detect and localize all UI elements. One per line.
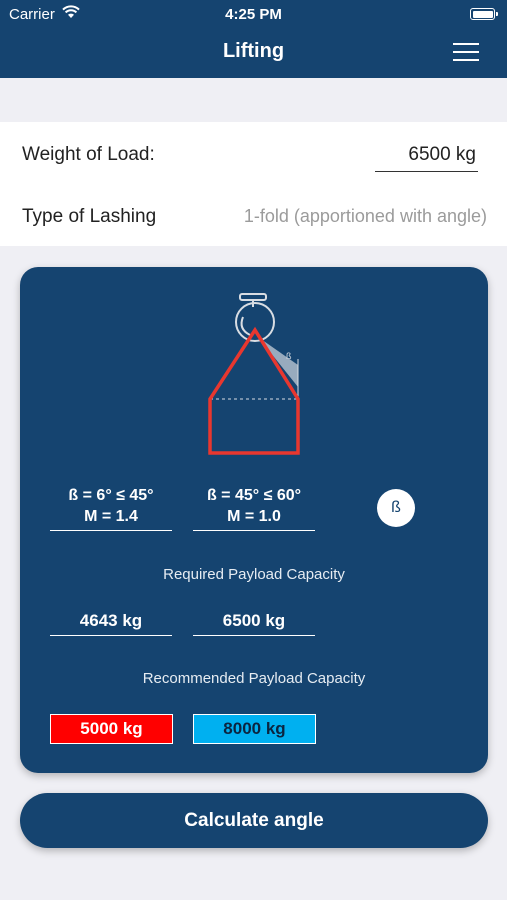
weight-of-load-label: Weight of Load:: [22, 144, 155, 165]
result-card: ß ß = 6° ≤ 45° M = 1.4 ß = 45° ≤ 60° M =…: [20, 267, 488, 773]
load-form: Weight of Load: 6500 kg Type of Lashing …: [0, 122, 507, 246]
beta-info-button[interactable]: ß: [377, 489, 415, 527]
angle-range-1-factor: M = 1.4: [84, 508, 138, 525]
battery-icon: [470, 8, 498, 20]
lifting-diagram-icon: ß: [208, 293, 300, 455]
beta-angle-label: ß: [286, 351, 292, 361]
angle-range-2-label: ß = 45° ≤ 60°: [206, 487, 302, 504]
type-of-lashing-label: Type of Lashing: [22, 206, 157, 227]
required-capacity-value-2: 6500 kg: [193, 611, 315, 636]
angle-range-2-factor: M = 1.0: [227, 508, 281, 525]
page-title: Lifting: [222, 40, 285, 62]
navigation-bar: Carrier 4:25 PM Lifting: [0, 0, 507, 78]
status-bar: Carrier 4:25 PM: [0, 0, 507, 28]
angle-range-1: ß = 6° ≤ 45° M = 1.4: [50, 485, 172, 531]
recommended-capacity-value-2: 8000 kg: [193, 714, 316, 744]
angle-range-2: ß = 45° ≤ 60° M = 1.0: [193, 485, 315, 531]
weight-of-load-input[interactable]: 6500 kg: [375, 142, 478, 172]
required-capacity-value-1: 4643 kg: [50, 611, 172, 636]
hamburger-menu-icon[interactable]: [453, 42, 479, 62]
recommended-capacity-value-1: 5000 kg: [50, 714, 173, 744]
angle-range-1-label: ß = 6° ≤ 45°: [68, 487, 154, 504]
type-of-lashing-selector[interactable]: 1-fold (apportioned with angle): [244, 206, 487, 227]
required-capacity-label: Required Payload Capacity: [163, 566, 345, 583]
recommended-capacity-label: Recommended Payload Capacity: [142, 670, 366, 687]
status-time: 4:25 PM: [225, 6, 282, 23]
calculate-angle-button[interactable]: Calculate angle: [20, 793, 488, 848]
